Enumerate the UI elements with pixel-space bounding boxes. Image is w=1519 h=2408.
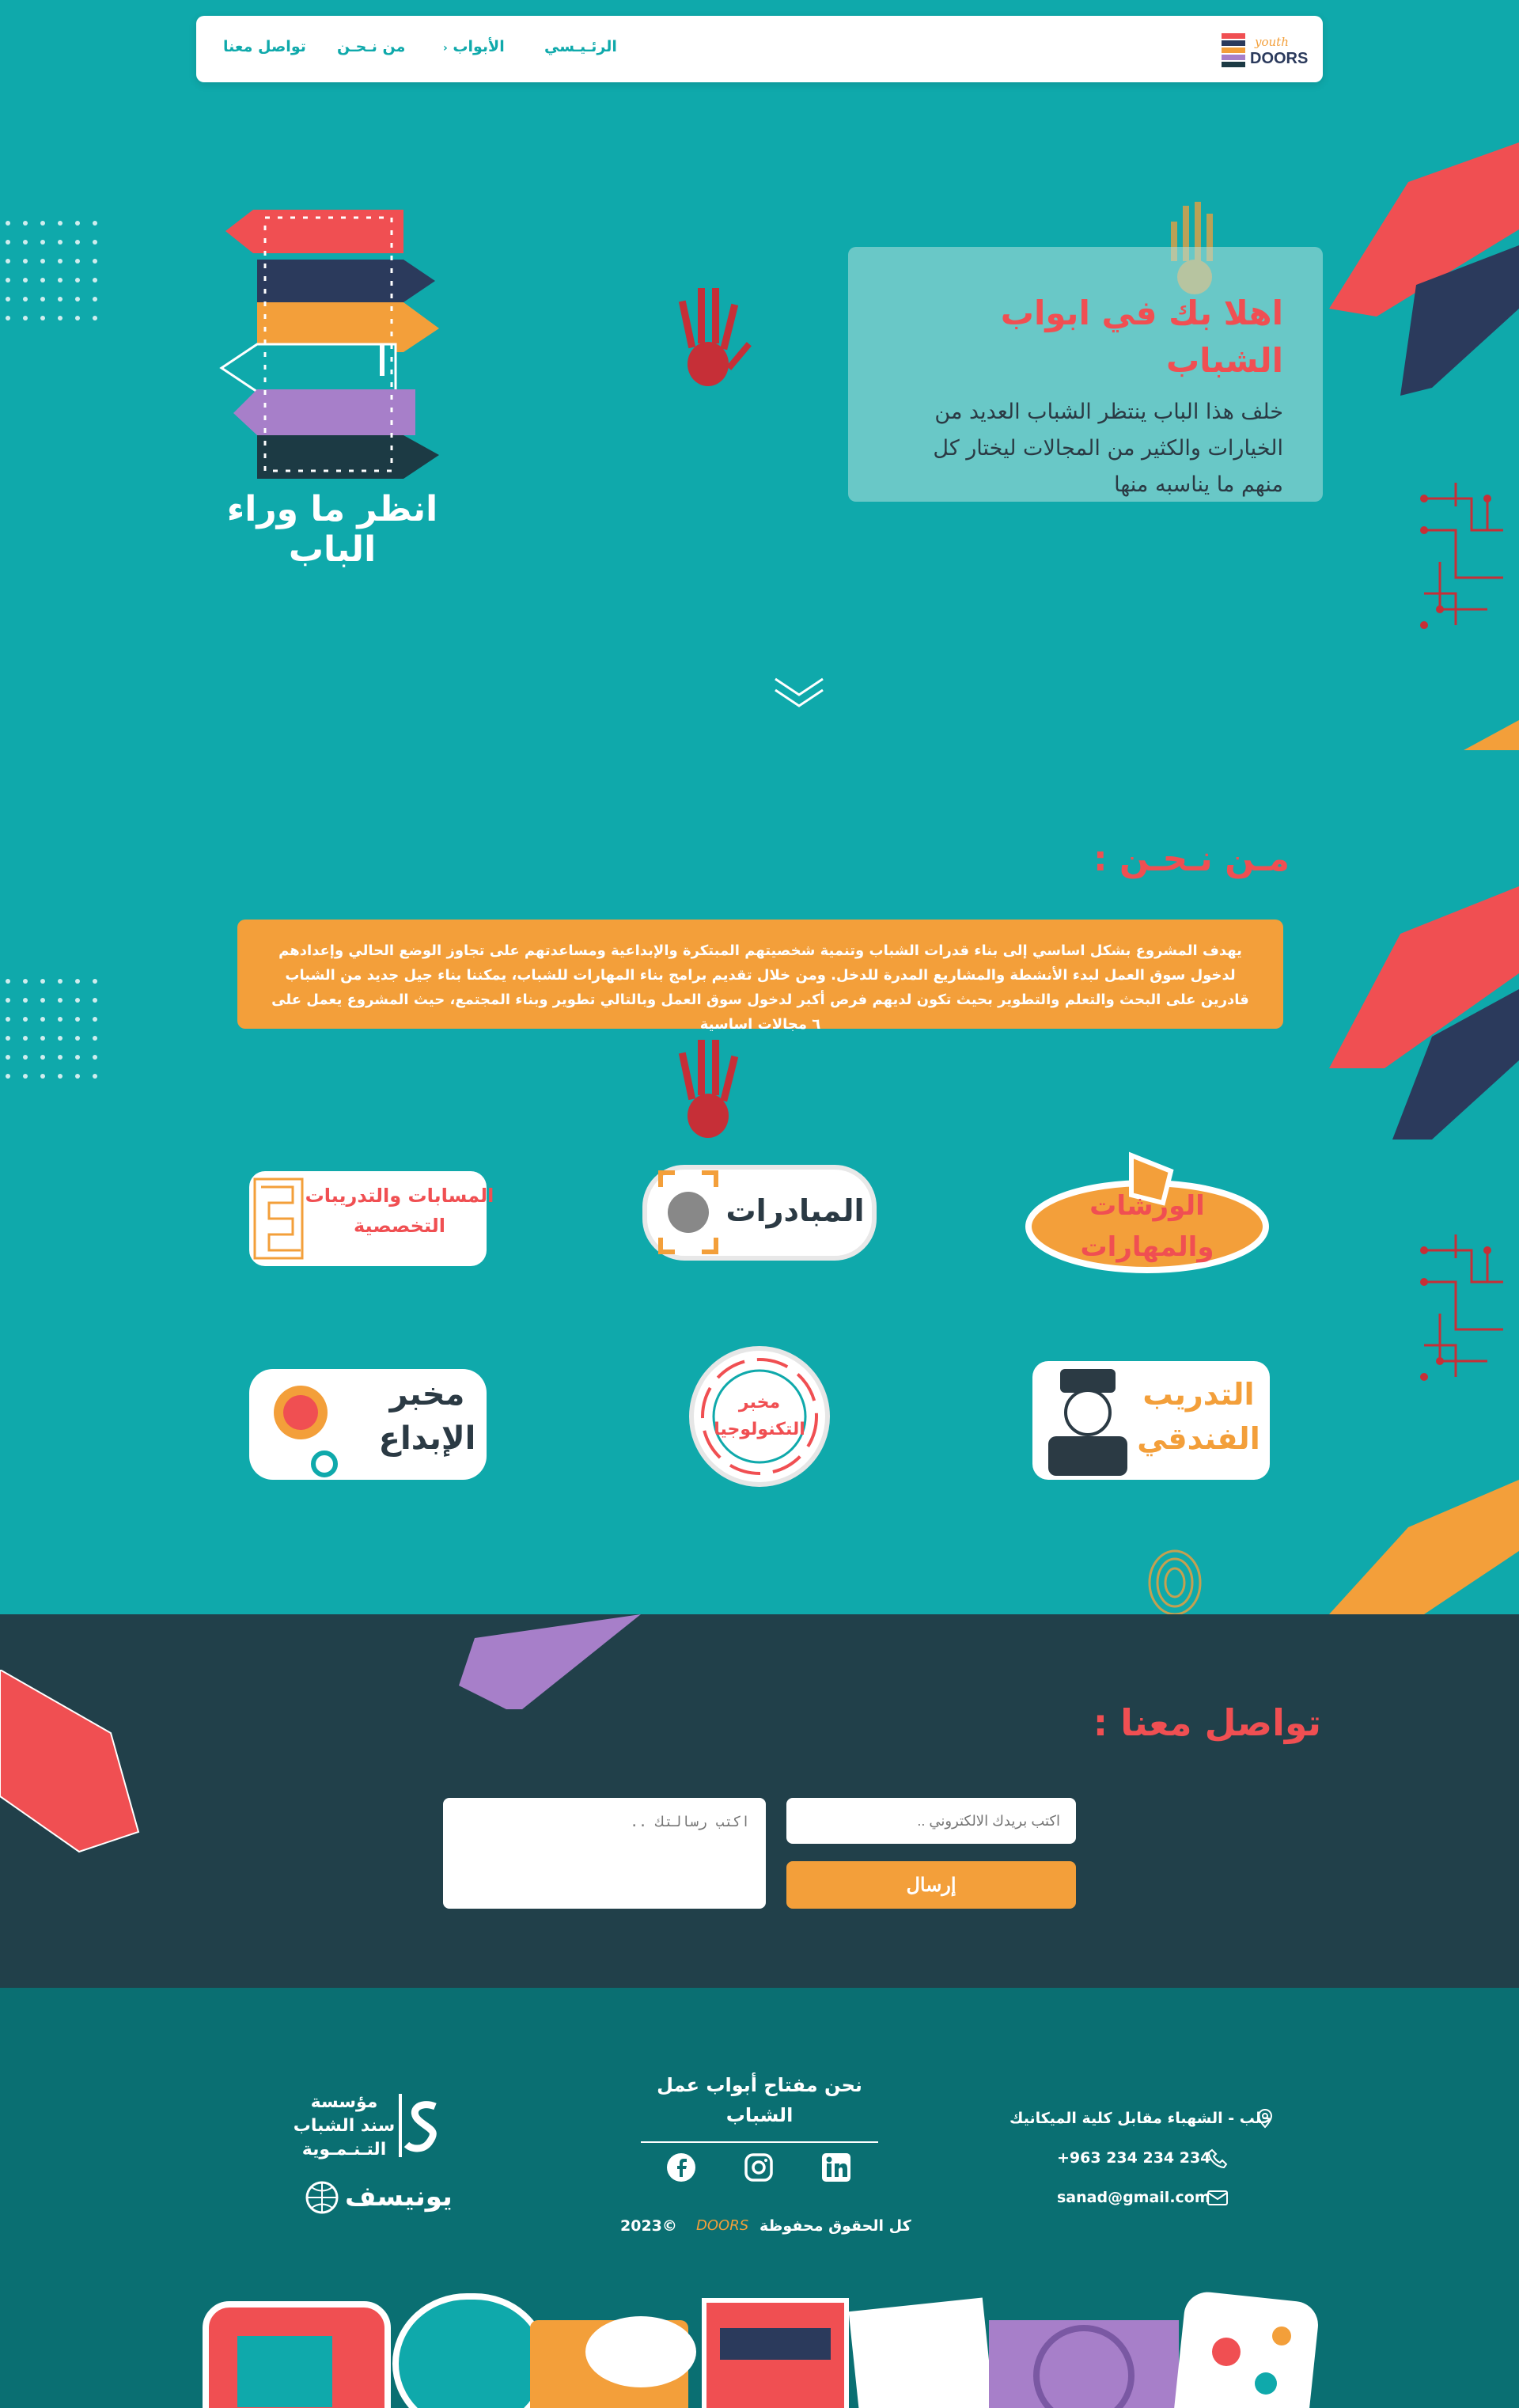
door-label-workshops: الورشات والمهارات [1080, 1190, 1214, 1263]
door-card-competitions[interactable]: المسابات والتدريبات التخصصية [245, 1140, 498, 1282]
dot-grid-decoration-1 [6, 221, 97, 320]
look-behind-door-title: انظر ما وراء الباب [226, 489, 438, 570]
arrow-decoration-red-left [0, 1670, 140, 1853]
unicef-globe-icon [305, 2181, 339, 2214]
footer-copyright: كل الحقوق محفوظة [760, 2217, 911, 2235]
welcome-title: اهلا بك في ابواب الشباب [1000, 294, 1283, 380]
instagram-icon[interactable] [744, 2152, 774, 2182]
svg-text:youth: youth [1254, 35, 1289, 49]
door-label-hotel-training: التدريب الفندقي [1137, 1377, 1260, 1456]
sanad-logo-icon [399, 2094, 437, 2157]
nav-link-contact[interactable]: تواصل معنا [223, 38, 306, 55]
door-label-tech-lab: مخبر التكنولوجيا [714, 1393, 805, 1439]
circuit-decoration-1 [1420, 483, 1503, 629]
door-label-competitions: المسابات والتدريبات التخصصية [305, 1185, 494, 1237]
about-title: مـن نـحـن : [1093, 839, 1290, 879]
message-input[interactable] [443, 1798, 766, 1909]
dot-grid-decoration-2 [6, 979, 97, 1079]
handprint-red-icon-2 [678, 1040, 739, 1138]
top-navbar: youth DOORS الرئـيـسي الأبواب ‹ من نـحـن… [196, 16, 1323, 82]
fingerprint-icon [1148, 1549, 1202, 1614]
door-card-hotel-training[interactable]: التدريب الفندقي [1021, 1345, 1274, 1488]
doors-sign-illustration [219, 210, 439, 479]
svg-text:DOORS: DOORS [1250, 50, 1308, 67]
facebook-icon[interactable] [666, 2152, 696, 2182]
arrow-decoration-right-mid [1329, 886, 1519, 1140]
door-label-initiatives: المبادرات [725, 1193, 865, 1228]
footer-email[interactable]: sanad@gmail.com [1057, 2189, 1210, 2206]
door-card-workshops[interactable]: الورشات والمهارات [1021, 1140, 1274, 1282]
footer-partner: يونيسف [345, 2181, 453, 2213]
contact-section: تواصل معنا : إرسال [0, 1614, 1519, 1988]
footer-year: 2023© [620, 2217, 677, 2235]
about-description: يهدف المشروع بشكل اساسي إلى بناء قدرات ا… [237, 920, 1283, 1033]
arrow-decoration-purple [459, 1614, 641, 1709]
nav-link-doors-label: الأبواب [453, 38, 505, 55]
email-input[interactable] [786, 1798, 1076, 1844]
handprint-red-icon [678, 288, 752, 386]
door-label-creativity-lab: مخبر الإبداع [378, 1376, 476, 1457]
door-card-initiatives[interactable]: المبادرات [633, 1140, 886, 1282]
youth-doors-small-logo: DOORS [696, 2217, 749, 2234]
footer: حلب - الشهباء مقابل كلية الميكانيك +963 … [0, 1988, 1519, 2408]
nav-link-about[interactable]: من نـحـن [337, 38, 405, 55]
footer-slogan: نحن مفتاح أبواب عمل الشباب [641, 2070, 878, 2143]
send-button[interactable]: إرسال [786, 1861, 1076, 1909]
footer-phone[interactable]: +963 234 234 234 [1057, 2149, 1210, 2167]
contact-title: تواصل معنا : [1093, 1701, 1321, 1744]
footer-address: حلب - الشهباء مقابل كلية الميكانيك [1010, 2110, 1273, 2127]
welcome-text: خلف هذا الباب ينتظر الشباب العديد من الخ… [933, 400, 1283, 497]
scroll-down-chevron-icon[interactable] [771, 673, 827, 712]
nav-link-home[interactable]: الرئـيـسي [544, 38, 617, 55]
nav-link-doors[interactable]: الأبواب ‹ [443, 38, 505, 55]
welcome-card: اهلا بك في ابواب الشباب خلف هذا الباب ين… [848, 247, 1323, 502]
chevron-icon: ‹ [443, 42, 448, 55]
arrow-decoration-right-top [1329, 142, 1519, 396]
doors-stickers-strip [203, 2292, 1318, 2408]
circuit-decoration-2 [1420, 1234, 1503, 1381]
linkedin-icon[interactable] [821, 2152, 851, 2182]
door-card-creativity-lab[interactable]: مخبر الإبداع [245, 1345, 498, 1488]
arrow-decoration-small [1464, 720, 1519, 750]
door-card-tech-lab[interactable]: مخبر التكنولوجيا [633, 1345, 886, 1488]
youth-doors-logo[interactable]: youth DOORS [1217, 27, 1312, 71]
footer-org-name: مؤسسة سند الشباب التـنـمـوية [293, 2092, 396, 2160]
arrow-decoration-right-bottom [1329, 1480, 1519, 1614]
